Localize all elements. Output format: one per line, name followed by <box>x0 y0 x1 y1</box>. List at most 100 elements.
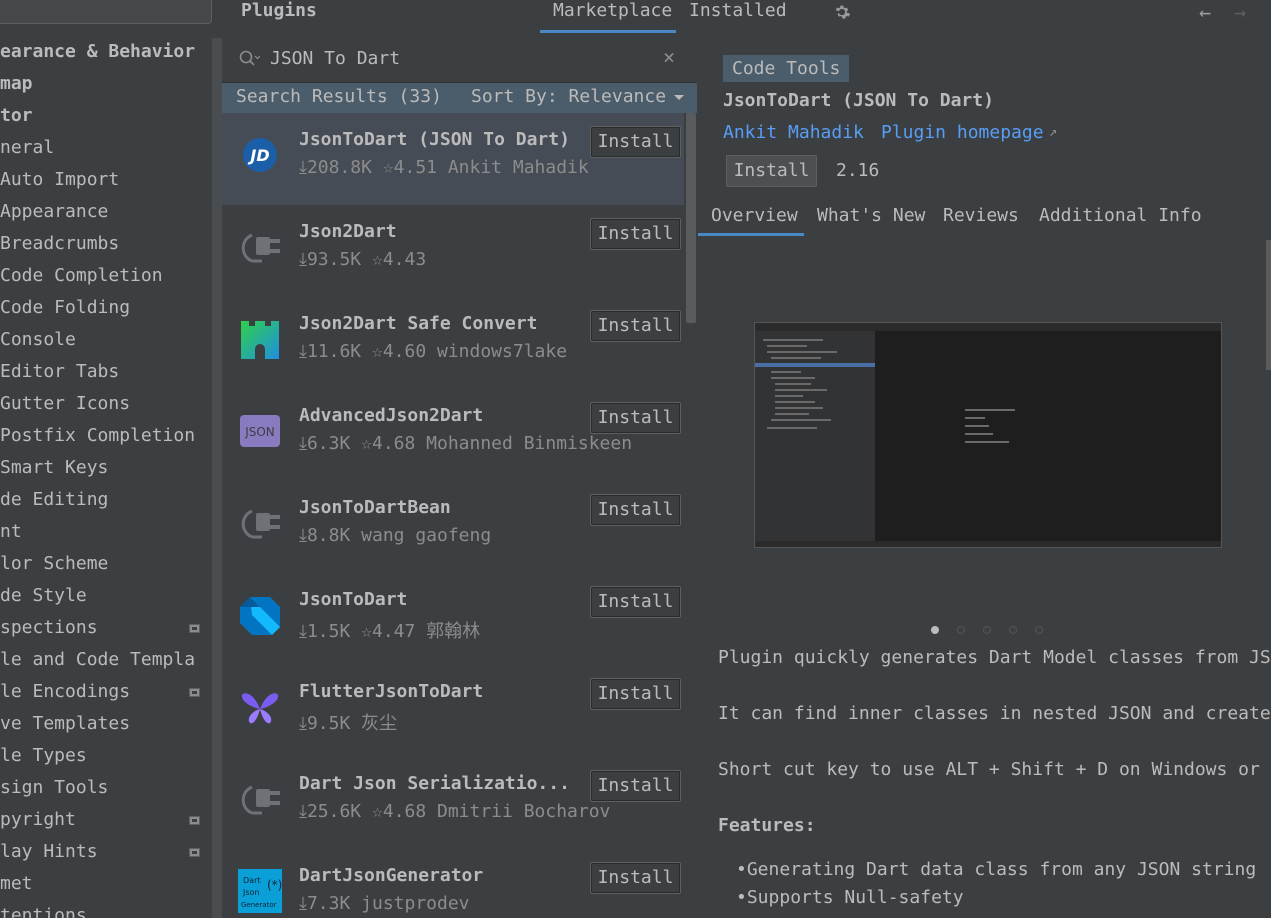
feature-text: Generating Dart data class from any JSON… <box>746 859 1257 880</box>
settings-tree-item[interactable]: tentions <box>0 900 87 918</box>
svg-text:JD: JD <box>247 146 269 165</box>
plugin-plug-icon <box>241 509 280 539</box>
plugin-meta: ⤓7.3K justprodev <box>299 893 470 914</box>
details-scrollbar[interactable] <box>1266 240 1271 370</box>
settings-tree-item[interactable]: pyright <box>0 804 76 836</box>
settings-search-input[interactable] <box>0 0 212 24</box>
plugin-row-advancedjson2dart[interactable]: JSON AdvancedJson2Dart ⤓6.3K ☆4.68 Mohan… <box>222 389 684 481</box>
plugin-homepage-link[interactable]: Plugin homepage <box>881 122 1044 143</box>
install-button[interactable]: Install <box>590 494 681 526</box>
install-button[interactable]: Install <box>590 218 681 250</box>
tab-overview[interactable]: Overview <box>711 205 798 226</box>
category-tag[interactable]: Code Tools <box>723 55 850 82</box>
screenshot-editor <box>875 331 1221 541</box>
settings-tree-item[interactable]: le Types <box>0 740 87 772</box>
page-title: Plugins <box>241 0 317 21</box>
chevron-down-icon[interactable] <box>674 95 684 100</box>
carousel-dot[interactable] <box>1009 626 1017 634</box>
settings-tree-item[interactable]: map <box>0 68 33 100</box>
install-button[interactable]: Install <box>590 678 681 710</box>
install-button[interactable]: Install <box>590 402 681 434</box>
settings-tree-item[interactable]: lay Hints <box>0 836 98 868</box>
install-button[interactable]: Install <box>590 126 681 158</box>
back-arrow-icon[interactable]: ← <box>1199 0 1211 24</box>
settings-tree-item[interactable]: Editor Tabs <box>0 356 119 388</box>
plugin-list-scrollbar[interactable] <box>686 113 696 323</box>
carousel-dot[interactable] <box>1035 626 1043 634</box>
dart-logo-icon <box>240 597 280 635</box>
search-icon[interactable] <box>238 49 260 69</box>
feature-item: •Supports Null-safety <box>736 887 964 908</box>
svg-text:JSON: JSON <box>244 425 275 439</box>
settings-tree-item[interactable]: Appearance <box>0 196 108 228</box>
settings-tree-item[interactable]: met <box>0 868 33 900</box>
sort-by-dropdown[interactable]: Sort By: Relevance <box>471 86 666 107</box>
settings-tree-item[interactable]: earance & Behavior <box>0 36 195 68</box>
plugin-name: FlutterJsonToDart <box>299 681 484 702</box>
settings-tree-item[interactable]: Console <box>0 324 76 356</box>
tab-additional-info[interactable]: Additional Info <box>1039 205 1202 226</box>
dart-json-generator-icon: Dart Json Generator (*) <box>238 869 282 913</box>
feature-text: Supports Null-safety <box>746 887 964 908</box>
plugin-name: DartJsonGenerator <box>299 865 484 886</box>
settings-tree-scrollbar[interactable] <box>212 38 222 918</box>
settings-tree-item[interactable]: tor <box>0 100 33 132</box>
plugin-name: JsonToDart (JSON To Dart) <box>299 129 570 150</box>
vendor-link[interactable]: Ankit Mahadik <box>723 122 864 143</box>
settings-tree-item[interactable]: Code Completion <box>0 260 163 292</box>
install-button[interactable]: Install <box>590 310 681 342</box>
settings-tree-item[interactable]: Code Folding <box>0 292 130 324</box>
settings-tree-item[interactable]: Auto Import <box>0 164 119 196</box>
settings-tree-item[interactable]: neral <box>0 132 54 164</box>
plugin-meta: ⤓93.5K ☆4.43 <box>299 249 427 270</box>
plugin-meta: ⤓208.8K ☆4.51 Ankit Mahadik <box>299 157 589 178</box>
plugin-meta: ⤓8.8K wang gaofeng <box>299 525 492 546</box>
tab-installed[interactable]: Installed <box>689 0 787 21</box>
plugin-row-dart-json-serialization[interactable]: Dart Json Serializatio... ⤓25.6K ☆4.68 D… <box>222 757 684 849</box>
features-heading: Features: <box>718 815 816 836</box>
plugin-screenshot[interactable] <box>754 322 1222 548</box>
install-button[interactable]: Install <box>590 586 681 618</box>
gear-icon[interactable] <box>833 3 851 21</box>
plugin-row-dartjsongenerator[interactable]: Dart Json Generator (*) DartJsonGenerato… <box>222 849 684 918</box>
plugin-row-jsontodart[interactable]: JsonToDart ⤓1.5K ☆4.47 郭翰林 Install <box>222 573 684 665</box>
plugin-name: Json2Dart Safe Convert <box>299 313 538 334</box>
settings-tree-item[interactable]: nt <box>0 516 22 548</box>
settings-tree-item[interactable]: de Style <box>0 580 87 612</box>
install-button[interactable]: Install <box>590 770 681 802</box>
butterfly-icon <box>241 693 279 724</box>
carousel-dot[interactable] <box>957 626 965 634</box>
tab-whats-new[interactable]: What's New <box>817 205 925 226</box>
plugin-name: Json2Dart <box>299 221 397 242</box>
project-level-badge-icon <box>189 688 200 697</box>
settings-tree-item[interactable]: lor Scheme <box>0 548 108 580</box>
detail-install-button[interactable]: Install <box>726 155 817 187</box>
tab-marketplace[interactable]: Marketplace <box>553 0 672 21</box>
settings-tree-item[interactable]: spections <box>0 612 98 644</box>
settings-tree-item[interactable]: le and Code Templa <box>0 644 195 676</box>
carousel-dot[interactable] <box>983 626 991 634</box>
plugin-meta: ⤓9.5K 灰尘 <box>299 713 398 734</box>
settings-tree-item[interactable]: sign Tools <box>0 772 108 804</box>
settings-tree-item[interactable]: Smart Keys <box>0 452 108 484</box>
install-button[interactable]: Install <box>590 862 681 894</box>
plugin-row-json2dart[interactable]: Json2Dart ⤓93.5K ☆4.43 Install <box>222 205 684 297</box>
plugin-search-input[interactable] <box>270 43 640 73</box>
plugin-row-flutterjsontodart[interactable]: FlutterJsonToDart ⤓9.5K 灰尘 Install <box>222 665 684 757</box>
carousel-dot[interactable] <box>931 626 939 634</box>
settings-tree-item[interactable]: de Editing <box>0 484 108 516</box>
settings-tree-item[interactable]: ve Templates <box>0 708 130 740</box>
description-paragraph: Short cut key to use ALT + Shift + D on … <box>718 759 1260 780</box>
plugin-row-jsontodart-ankit[interactable]: JD JsonToDart (JSON To Dart) ⤓208.8K ☆4.… <box>222 113 684 205</box>
settings-tree-item[interactable]: Breadcrumbs <box>0 228 119 260</box>
plugin-row-jsontodartbean[interactable]: JsonToDartBean ⤓8.8K wang gaofeng Instal… <box>222 481 684 573</box>
settings-tree-item[interactable]: Gutter Icons <box>0 388 130 420</box>
tab-reviews[interactable]: Reviews <box>943 205 1019 226</box>
settings-tree-item[interactable]: Postfix Completion <box>0 420 195 452</box>
plugin-row-json2dart-safe-convert[interactable]: Json2Dart Safe Convert ⤓11.6K ☆4.60 wind… <box>222 297 684 389</box>
settings-tree-item[interactable]: le Encodings <box>0 676 130 708</box>
project-level-badge-icon <box>189 848 200 857</box>
clear-search-icon[interactable]: × <box>663 45 675 69</box>
plugin-meta: ⤓6.3K ☆4.68 Mohanned Binmiskeen <box>299 433 633 454</box>
forward-arrow-icon[interactable]: → <box>1234 0 1246 24</box>
